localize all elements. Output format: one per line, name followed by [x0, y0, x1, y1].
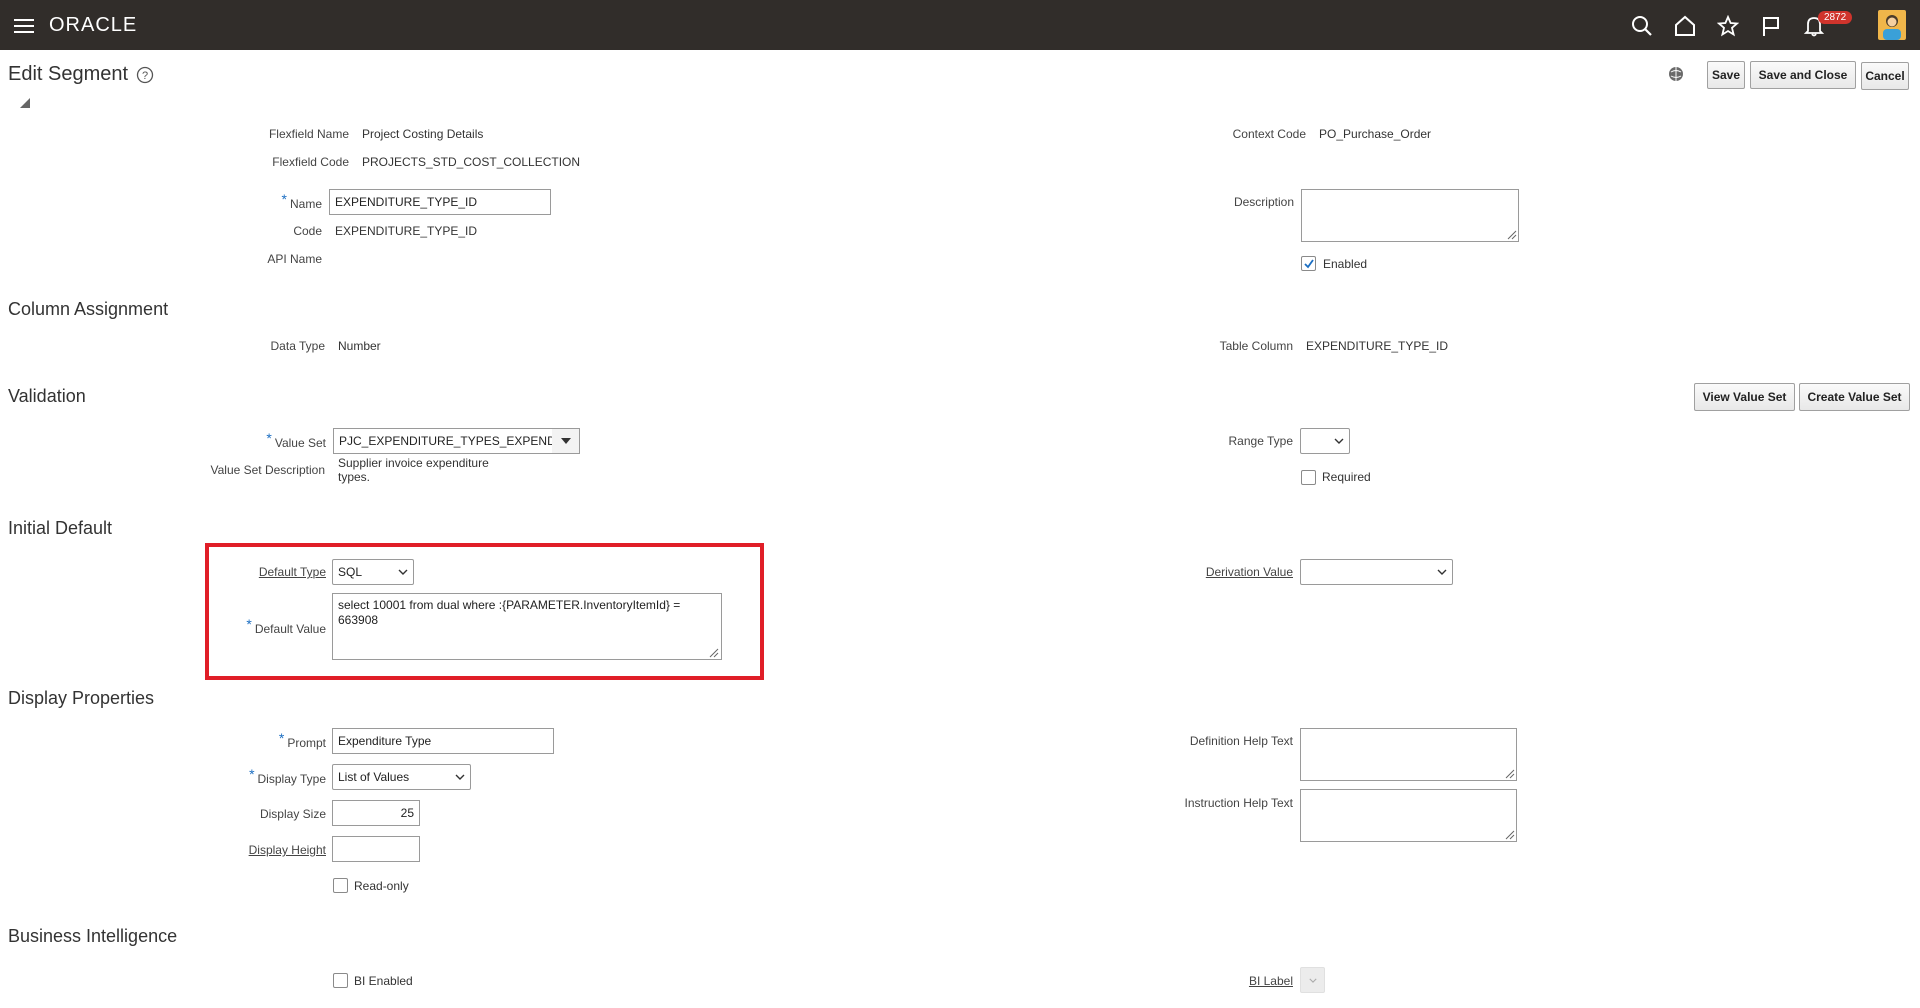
- name-label: * Name: [281, 191, 322, 211]
- create-value-set-button[interactable]: Create Value Set: [1799, 383, 1910, 411]
- instruction-help-text-label: Instruction Help Text: [1184, 796, 1294, 810]
- caret-down-icon: [560, 438, 571, 444]
- collapse-section-icon[interactable]: [20, 98, 30, 108]
- top-bar: ORACLE 2872: [0, 0, 1920, 50]
- default-type-label: Default Type: [258, 565, 326, 579]
- chevron-down-icon: [1437, 569, 1447, 575]
- favorites-star-icon[interactable]: [1714, 12, 1742, 40]
- display-type-label: * Display Type: [249, 766, 326, 786]
- enabled-label: Enabled: [1323, 257, 1368, 271]
- required-asterisk: *: [278, 730, 285, 746]
- initial-default-heading: Initial Default: [8, 518, 113, 538]
- read-only-label: Read-only: [354, 879, 409, 893]
- display-size-label: Display Size: [259, 807, 326, 821]
- range-type-select[interactable]: [1300, 428, 1350, 454]
- value-set-description-label: Value Set Description: [210, 463, 325, 477]
- bi-enabled-checkbox[interactable]: [333, 973, 348, 988]
- value-set-label: * Value Set: [266, 430, 326, 450]
- view-value-set-button[interactable]: View Value Set: [1694, 383, 1795, 411]
- chevron-down-icon: [398, 569, 408, 575]
- context-code-value: PO_Purchase_Order: [1319, 127, 1432, 141]
- range-type-label: Range Type: [1228, 434, 1294, 448]
- validation-heading: Validation: [8, 386, 86, 406]
- resize-handle-icon[interactable]: [1503, 766, 1515, 779]
- code-label: Code: [293, 224, 322, 238]
- data-type-value: Number: [338, 339, 381, 353]
- display-properties-heading: Display Properties: [8, 688, 155, 708]
- flexfield-name-value: Project Costing Details: [362, 127, 484, 141]
- bi-label-label: BI Label: [1248, 974, 1293, 988]
- value-set-input[interactable]: PJC_EXPENDITURE_TYPES_EXPENDITURE_TYPES: [333, 428, 553, 454]
- required-asterisk: *: [249, 766, 255, 782]
- instruction-help-text-textarea[interactable]: [1300, 789, 1517, 842]
- notifications-count-badge: 2872: [1818, 11, 1853, 24]
- table-column-label: Table Column: [1219, 339, 1293, 353]
- definition-help-text-textarea[interactable]: [1300, 728, 1517, 781]
- bi-label-select[interactable]: [1300, 967, 1325, 993]
- business-intelligence-heading: Business Intelligence: [8, 926, 178, 946]
- page-title: Edit Segment: [8, 63, 129, 85]
- enabled-checkbox[interactable]: [1301, 256, 1316, 271]
- code-value: EXPENDITURE_TYPE_ID: [335, 224, 478, 238]
- required-asterisk: *: [246, 616, 252, 632]
- table-column-value: EXPENDITURE_TYPE_ID: [1306, 339, 1449, 353]
- context-code-label: Context Code: [1232, 127, 1306, 141]
- svg-text:?: ?: [142, 70, 148, 82]
- bi-enabled-label: BI Enabled: [354, 974, 413, 988]
- prompt-input[interactable]: Expenditure Type: [332, 728, 554, 754]
- flexfield-name-label: Flexfield Name: [268, 127, 349, 141]
- description-textarea[interactable]: [1301, 189, 1519, 242]
- default-value-label: * Default Value: [246, 616, 326, 636]
- column-assignment-heading: Column Assignment: [8, 299, 169, 319]
- hamburger-menu-icon[interactable]: [10, 12, 38, 40]
- default-type-select[interactable]: SQL: [332, 559, 414, 585]
- required-asterisk: *: [266, 430, 272, 446]
- value-set-description-value: Supplier invoice expenditure types.: [338, 456, 489, 484]
- required-checkbox[interactable]: [1301, 470, 1316, 485]
- resize-handle-icon[interactable]: [1505, 227, 1517, 240]
- derivation-value-select[interactable]: [1300, 559, 1453, 585]
- chevron-down-icon: [1334, 438, 1344, 444]
- flag-icon[interactable]: [1757, 12, 1785, 40]
- name-input[interactable]: EXPENDITURE_TYPE_ID: [329, 189, 551, 215]
- required-asterisk: *: [281, 191, 287, 207]
- search-icon[interactable]: [1628, 12, 1656, 40]
- display-size-input[interactable]: 25: [332, 800, 420, 826]
- display-height-label: Display Height: [248, 843, 326, 857]
- chevron-down-icon: [455, 774, 465, 780]
- cancel-button[interactable]: Cancel: [1861, 62, 1909, 90]
- resize-handle-icon[interactable]: [1503, 827, 1515, 840]
- description-label: Description: [1233, 195, 1294, 209]
- default-value-textarea[interactable]: select 10001 from dual where :{PARAMETER…: [332, 593, 722, 660]
- api-name-label: API Name: [267, 252, 322, 266]
- prompt-label: * Prompt: [278, 730, 326, 750]
- derivation-value-label: Derivation Value: [1205, 565, 1293, 579]
- data-type-label: Data Type: [270, 339, 325, 353]
- read-only-checkbox[interactable]: [333, 878, 348, 893]
- home-icon[interactable]: [1671, 12, 1699, 40]
- display-height-input[interactable]: [332, 836, 420, 862]
- display-type-select[interactable]: List of Values: [332, 764, 471, 790]
- value-set-dropdown-button[interactable]: [552, 428, 580, 454]
- save-button[interactable]: Save: [1707, 61, 1745, 89]
- required-label: Required: [1322, 470, 1371, 484]
- resize-handle-icon[interactable]: [707, 645, 719, 658]
- help-icon[interactable]: ?: [136, 66, 154, 84]
- globe-translate-icon[interactable]: [1668, 66, 1684, 82]
- flexfield-code-label: Flexfield Code: [272, 155, 349, 169]
- flexfield-code-value: PROJECTS_STD_COST_COLLECTION: [362, 155, 581, 169]
- save-and-close-button[interactable]: Save and Close: [1750, 61, 1856, 89]
- definition-help-text-label: Definition Help Text: [1189, 734, 1293, 748]
- chevron-down-icon: [1308, 978, 1317, 983]
- user-avatar[interactable]: [1878, 10, 1906, 40]
- oracle-logo[interactable]: ORACLE: [49, 14, 137, 37]
